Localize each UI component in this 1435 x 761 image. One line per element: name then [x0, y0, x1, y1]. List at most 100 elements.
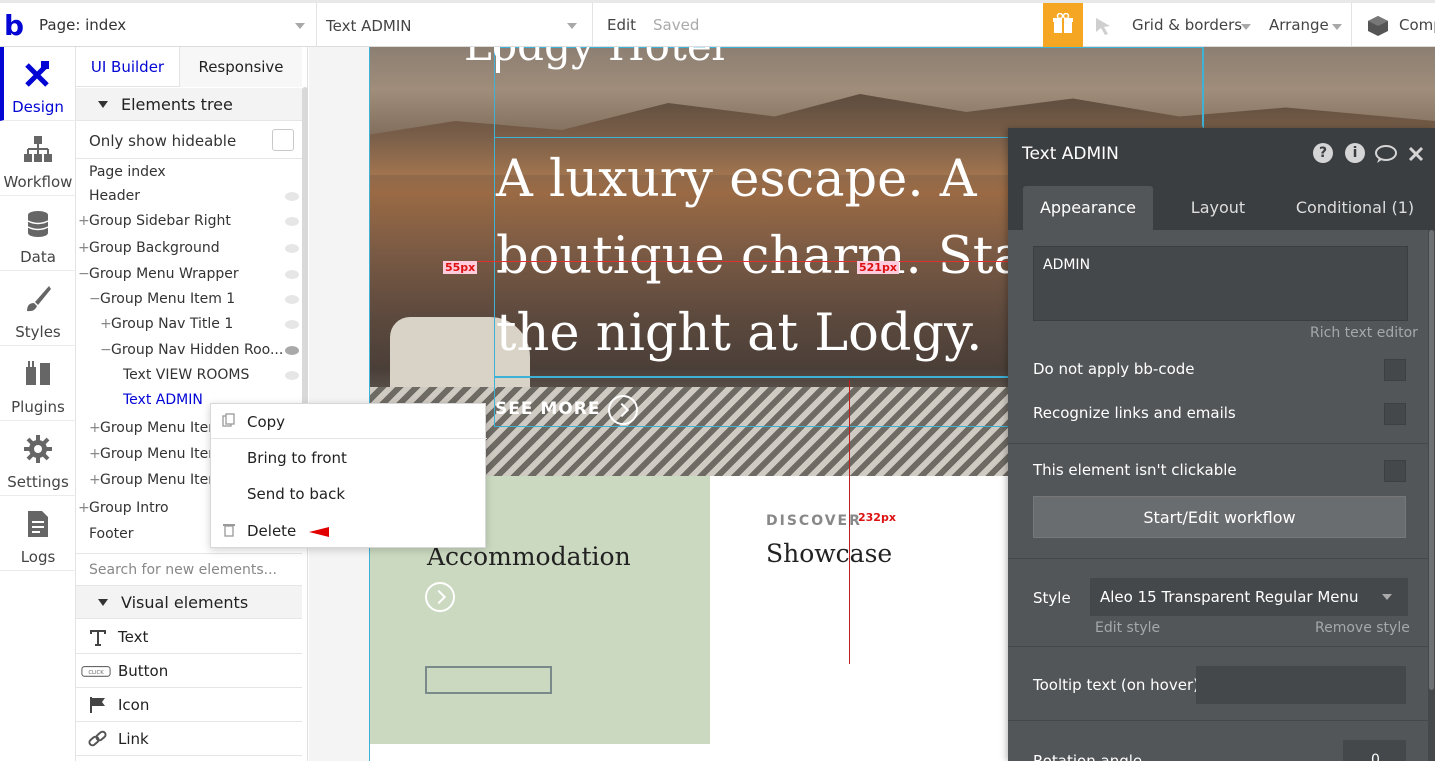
visual-element-text[interactable]: Text	[76, 620, 302, 654]
plus-icon[interactable]: +	[78, 500, 90, 516]
eye-icon[interactable]	[285, 270, 299, 279]
visual-element-label: Text	[118, 628, 149, 646]
context-send-back[interactable]: Send to back	[211, 476, 487, 512]
tree-item[interactable]: Header	[89, 188, 140, 212]
comment-icon[interactable]	[1374, 144, 1398, 164]
context-menu: Copy Bring to front Send to back Delete	[210, 403, 487, 549]
tree-item[interactable]: −Group Nav Hidden Roo...	[100, 342, 283, 366]
nav-plugins[interactable]: Plugins	[0, 347, 76, 421]
eye-icon[interactable]	[285, 192, 299, 201]
tree-item[interactable]: Text VIEW ROOMS	[123, 367, 249, 391]
see-more-link[interactable]: SEE MORE	[495, 399, 600, 419]
tree-item[interactable]: +Group Menu Item	[89, 472, 222, 496]
tab-appearance[interactable]: Appearance	[1023, 186, 1153, 230]
nav-data[interactable]: Data	[0, 197, 76, 271]
arrow-right-circle-icon[interactable]	[425, 582, 455, 612]
grid-borders-menu[interactable]: Grid & borders	[1132, 16, 1242, 34]
nav-logs[interactable]: Logs	[0, 497, 76, 571]
plus-icon[interactable]: +	[78, 240, 90, 256]
nav-styles[interactable]: Styles	[0, 272, 76, 346]
visual-element-button[interactable]: CLICK Button	[76, 654, 302, 688]
no-bbcode-checkbox[interactable]	[1384, 359, 1406, 381]
gift-button[interactable]	[1043, 3, 1083, 47]
eye-icon[interactable]	[285, 244, 299, 253]
property-editor-header[interactable]: Text ADMIN ? i	[1008, 128, 1435, 180]
edit-menu[interactable]: Edit	[607, 16, 636, 34]
tree-item[interactable]: Footer	[89, 526, 134, 550]
not-clickable-label: This element isn't clickable	[1033, 461, 1237, 479]
page-dropdown[interactable]: Page: index	[30, 3, 317, 47]
eye-icon[interactable]	[285, 371, 299, 380]
nav-settings[interactable]: Settings	[0, 422, 76, 496]
elements-tree-header[interactable]: Elements tree	[76, 88, 302, 121]
nav-design[interactable]: Design	[0, 47, 76, 121]
tree-item[interactable]: +Group Nav Title 1	[100, 316, 233, 340]
tree-item-selected[interactable]: Text ADMIN	[123, 392, 203, 416]
tree-item-label: Group Sidebar Right	[89, 213, 231, 229]
text-content-input[interactable]: ADMIN	[1033, 246, 1408, 321]
showcase-title[interactable]: Showcase	[766, 539, 892, 568]
minus-icon[interactable]: −	[89, 291, 101, 307]
tree-item[interactable]: +Group Sidebar Right	[78, 213, 231, 237]
hero-title[interactable]: A luxury escape. A boutique charm. Stay …	[496, 141, 1056, 372]
arrange-menu[interactable]: Arrange	[1269, 16, 1329, 34]
tab-ui-builder[interactable]: UI Builder	[76, 47, 180, 87]
recognize-links-checkbox[interactable]	[1384, 403, 1406, 425]
close-icon[interactable]	[1408, 146, 1424, 162]
remove-style-link[interactable]: Remove style	[1315, 620, 1410, 636]
rich-text-editor-link[interactable]: Rich text editor	[1310, 325, 1418, 341]
minus-icon[interactable]: −	[100, 342, 112, 358]
property-editor-scrollbar[interactable]	[1428, 230, 1435, 761]
info-icon[interactable]: i	[1345, 143, 1365, 163]
search-elements-input[interactable]: Search for new elements...	[89, 562, 277, 578]
edit-style-link[interactable]: Edit style	[1095, 620, 1160, 636]
visual-element-link[interactable]: Link	[76, 722, 302, 756]
tree-item[interactable]: Page index	[89, 164, 166, 188]
style-dropdown[interactable]: Aleo 15 Transparent Regular Menu	[1090, 578, 1408, 616]
tree-item[interactable]: +Group Menu Item	[89, 420, 222, 444]
start-edit-workflow-button[interactable]: Start/Edit workflow	[1033, 496, 1406, 538]
bubble-logo[interactable]: b	[4, 9, 24, 42]
eye-icon[interactable]	[285, 346, 299, 355]
scrollbar-thumb[interactable]	[1429, 230, 1434, 690]
rotation-input[interactable]: 0	[1343, 740, 1406, 761]
tree-item[interactable]: +Group Menu Item	[89, 446, 222, 470]
eye-icon[interactable]	[285, 295, 299, 304]
arrow-right-circle-icon[interactable]	[608, 395, 638, 425]
tab-conditional[interactable]: Conditional (1)	[1280, 186, 1430, 230]
minus-icon[interactable]: −	[78, 266, 90, 282]
eye-icon[interactable]	[285, 217, 299, 226]
pointer-icon[interactable]	[1093, 16, 1113, 36]
tab-layout[interactable]: Layout	[1158, 186, 1278, 230]
tree-item[interactable]: −Group Menu Item 1	[89, 291, 235, 315]
admin-text-placeholder[interactable]	[425, 666, 552, 694]
components-menu[interactable]: Comp	[1399, 16, 1435, 34]
plus-icon[interactable]: +	[89, 420, 101, 436]
cube-icon[interactable]	[1366, 14, 1390, 38]
search-elements-row[interactable]: Search for new elements...	[76, 553, 302, 586]
plus-icon[interactable]: +	[89, 472, 101, 488]
tooltip-input[interactable]	[1196, 666, 1406, 704]
panel-scrollbar[interactable]	[302, 87, 308, 427]
context-delete-label: Delete	[247, 522, 297, 540]
tree-item[interactable]: +Group Background	[78, 240, 220, 264]
nav-workflow[interactable]: Workflow	[0, 122, 76, 196]
help-icon[interactable]: ?	[1313, 143, 1333, 163]
plus-icon[interactable]: +	[89, 446, 101, 462]
tree-item[interactable]: −Group Menu Wrapper	[78, 266, 239, 290]
header-icons: ? i	[1313, 143, 1433, 167]
tab-responsive[interactable]: Responsive	[180, 47, 302, 87]
plus-icon[interactable]: +	[100, 316, 112, 332]
hero-top-title[interactable]: Lodgy Hotel	[464, 47, 725, 70]
tree-item[interactable]: +Group Intro	[78, 500, 169, 524]
eye-icon[interactable]	[285, 320, 299, 329]
plus-icon[interactable]: +	[78, 213, 90, 229]
context-copy[interactable]: Copy	[211, 404, 487, 440]
element-dropdown[interactable]: Text ADMIN	[317, 3, 593, 47]
visual-element-icon[interactable]: Icon	[76, 688, 302, 722]
context-delete[interactable]: Delete	[211, 513, 487, 549]
not-clickable-checkbox[interactable]	[1384, 460, 1406, 482]
context-bring-front[interactable]: Bring to front	[211, 440, 487, 476]
only-hideable-checkbox[interactable]	[272, 129, 294, 151]
visual-elements-header[interactable]: Visual elements	[76, 586, 302, 619]
